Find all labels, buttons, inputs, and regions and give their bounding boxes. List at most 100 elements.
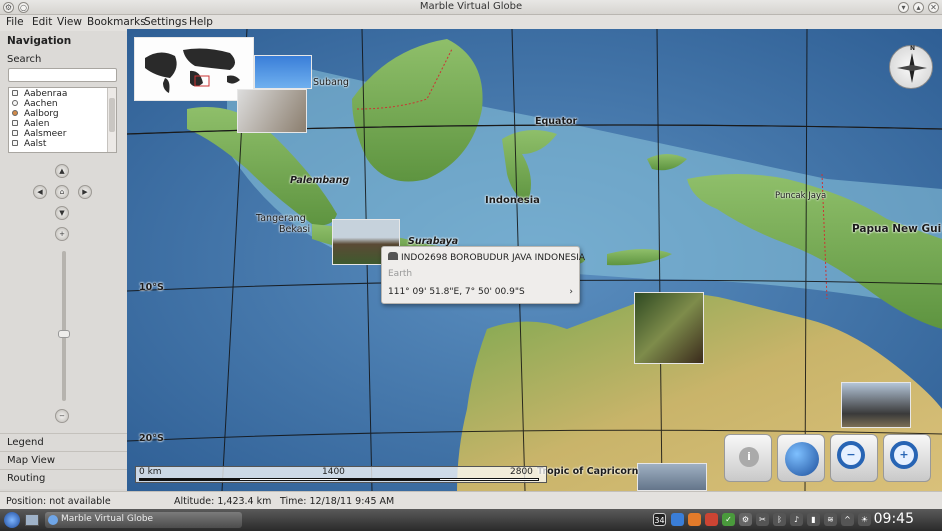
magnifier-minus-icon: −	[837, 441, 865, 469]
popup-title: INDO2698 BOROBUDUR JAVA INDONESIA	[401, 253, 586, 263]
zoom-slider-handle[interactable]	[58, 330, 70, 338]
zoom-in-button[interactable]: +	[55, 227, 69, 241]
scale-bar: 0 km 1400 2800	[135, 466, 547, 483]
close-icon[interactable]: ✕	[928, 2, 939, 13]
city-list[interactable]: Aabenraa Aachen Aalborg Aalen Aalsmeer A…	[8, 87, 117, 153]
navigation-sidebar: Navigation Search Aabenraa Aachen Aalbor…	[0, 31, 127, 489]
map-label: Equator	[535, 116, 578, 127]
zoom-out-map-button[interactable]: −	[830, 434, 878, 482]
map-label: Bekasi	[279, 224, 311, 235]
popup-body: Earth	[388, 269, 413, 279]
city-list-scrollbar[interactable]	[107, 88, 116, 152]
expand-tray-icon[interactable]: ^	[841, 513, 854, 526]
taskbar-task[interactable]: Marble Virtual Globe	[45, 512, 242, 528]
clock[interactable]: 09:45	[874, 511, 914, 527]
menu-edit[interactable]: Edit	[32, 16, 52, 28]
menu-bookmarks[interactable]: Bookmarks	[87, 16, 146, 28]
landscape-photo[interactable]	[637, 463, 707, 491]
compass[interactable]: N	[889, 45, 933, 89]
city-marker-icon	[12, 100, 18, 106]
kde-menu-icon[interactable]	[4, 512, 20, 528]
status-time: Time: 12/18/11 9:45 AM	[280, 496, 395, 507]
jungle-photo[interactable]	[634, 292, 704, 364]
placemark-popup[interactable]: INDO2698 BOROBUDUR JAVA INDONESIA Earth …	[381, 246, 585, 304]
world-map-icon	[135, 38, 253, 100]
city-marker-icon	[12, 120, 18, 126]
beach-photo[interactable]	[254, 55, 312, 89]
volume-icon[interactable]: ♪	[790, 513, 803, 526]
scale-segment	[239, 478, 339, 481]
network-icon[interactable]	[671, 513, 684, 526]
polar-bear-photo[interactable]	[237, 89, 307, 133]
weather-icon[interactable]: ☀	[858, 513, 871, 526]
pan-up-button[interactable]: ▲	[55, 164, 69, 178]
search-input[interactable]	[8, 68, 117, 82]
map-label: Indonesia	[485, 195, 540, 206]
menu-help[interactable]: Help	[189, 16, 213, 28]
globe-button[interactable]	[777, 434, 825, 482]
overview-map[interactable]	[134, 37, 254, 101]
scale-label: 2800	[510, 467, 533, 477]
list-item[interactable]: Aalborg	[12, 109, 59, 119]
zoom-slider[interactable]	[62, 251, 66, 401]
status-position: Position: not available	[6, 496, 111, 507]
map-label: Tangerang	[256, 213, 306, 224]
list-item[interactable]: Aalst	[12, 139, 46, 149]
routing-panel[interactable]: Routing	[0, 469, 127, 487]
map-label: Tropic of Capricorn	[537, 466, 639, 477]
bluetooth-icon[interactable]: ᛒ	[773, 513, 786, 526]
latitude-label: 20°S	[139, 433, 164, 444]
city-marker-icon	[12, 90, 18, 96]
map-view-panel[interactable]: Map View	[0, 451, 127, 469]
desktop-pager-icon[interactable]	[25, 514, 39, 526]
pan-down-button[interactable]: ▼	[55, 206, 69, 220]
cassowary-photo[interactable]	[841, 382, 911, 428]
wifi-icon[interactable]: ≋	[824, 513, 837, 526]
scale-label: 0 km	[139, 467, 162, 477]
search-label: Search	[7, 54, 42, 65]
pan-right-button[interactable]: ▶	[78, 185, 92, 199]
menu-view[interactable]: View	[57, 16, 82, 28]
city-marker-icon	[12, 140, 18, 146]
clipboard-icon[interactable]: ✂	[756, 513, 769, 526]
city-marker-icon	[12, 130, 18, 136]
home-button[interactable]: ⌂	[55, 185, 69, 199]
city-marker-icon	[12, 110, 18, 116]
check-icon[interactable]: ✓	[722, 513, 735, 526]
zoom-in-map-button[interactable]: +	[883, 434, 931, 482]
window-title: Marble Virtual Globe	[419, 1, 523, 12]
map-label: Subang	[313, 77, 349, 88]
settings-icon[interactable]: ⚙	[739, 513, 752, 526]
scrollbar-thumb[interactable]	[109, 98, 115, 132]
scale-segment	[139, 478, 239, 481]
taskbar-task-label: Marble Virtual Globe	[61, 514, 154, 524]
map-label: Papua New Gui	[852, 223, 942, 235]
info-button[interactable]: i	[724, 434, 772, 482]
alert-icon[interactable]	[705, 513, 718, 526]
sidebar-header: Navigation	[7, 35, 72, 47]
placemark-icon	[388, 252, 398, 260]
legend-panel[interactable]: Legend	[0, 433, 127, 451]
menu-file[interactable]: File	[6, 16, 24, 28]
list-item[interactable]: Aalsmeer	[12, 129, 66, 139]
minimize-icon[interactable]: ▾	[898, 2, 909, 13]
battery-icon[interactable]: ▮	[807, 513, 820, 526]
notification-count-badge[interactable]: 34	[653, 513, 666, 526]
updates-icon[interactable]	[688, 513, 701, 526]
maximize-icon[interactable]: ▴	[913, 2, 924, 13]
list-item[interactable]: Aabenraa	[12, 89, 67, 99]
status-bar: Position: not available Altitude: 1,423.…	[0, 491, 942, 509]
list-item[interactable]: Aalen	[12, 119, 49, 129]
zoom-out-button[interactable]: −	[55, 409, 69, 423]
list-item[interactable]: Aachen	[12, 99, 58, 109]
scale-segment	[439, 478, 539, 481]
popup-coords-row[interactable]: 111° 09' 51.8"E, 7° 50' 00.9"S ›	[388, 285, 573, 299]
info-icon: i	[739, 447, 759, 467]
menu-settings[interactable]: Settings	[144, 16, 187, 28]
popup-title-row[interactable]: INDO2698 BOROBUDUR JAVA INDONESIA	[388, 251, 585, 265]
compass-rose-icon	[897, 53, 927, 83]
scale-label: 1400	[322, 467, 345, 477]
marble-app-icon	[48, 515, 58, 525]
pan-left-button[interactable]: ◀	[33, 185, 47, 199]
compass-north-label: N	[910, 45, 916, 52]
